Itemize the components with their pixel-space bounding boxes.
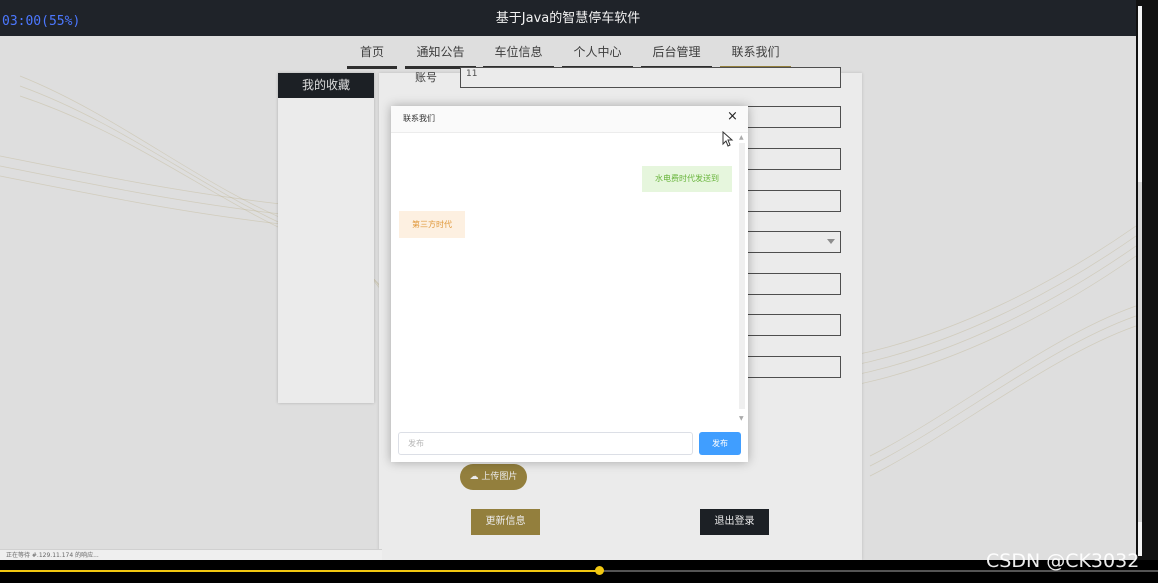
scroll-down-icon[interactable]: ▼	[739, 415, 744, 422]
contact-dialog: 联系我们 × 水电费时代发送到 第三方时代 ▲ ▼ 发布 发布	[391, 106, 748, 462]
watermark: CSDN @CK3032	[986, 550, 1140, 572]
close-icon[interactable]: ×	[727, 109, 738, 124]
message-list: 水电费时代发送到 第三方时代	[391, 133, 737, 425]
post-button[interactable]: 发布	[699, 432, 741, 455]
message-bubble-sent: 水电费时代发送到	[642, 166, 732, 192]
dialog-title: 联系我们	[403, 114, 435, 123]
app-title: 基于Java的智慧停车软件	[495, 11, 641, 26]
browser-status: 正在等待 #.129.11.174 的响应...	[0, 549, 382, 560]
recording-timer: 03:00(55%)	[2, 14, 81, 29]
mouse-cursor-icon	[722, 131, 734, 147]
dialog-header: 联系我们 ×	[391, 106, 748, 133]
scroll-up-icon[interactable]: ▲	[739, 134, 744, 141]
video-progress-fill	[0, 570, 600, 572]
message-scroll-thumb[interactable]	[739, 143, 745, 409]
message-bubble-received: 第三方时代	[399, 211, 465, 238]
scrollbar-thumb[interactable]	[1138, 182, 1142, 522]
message-input[interactable]: 发布	[398, 432, 693, 455]
